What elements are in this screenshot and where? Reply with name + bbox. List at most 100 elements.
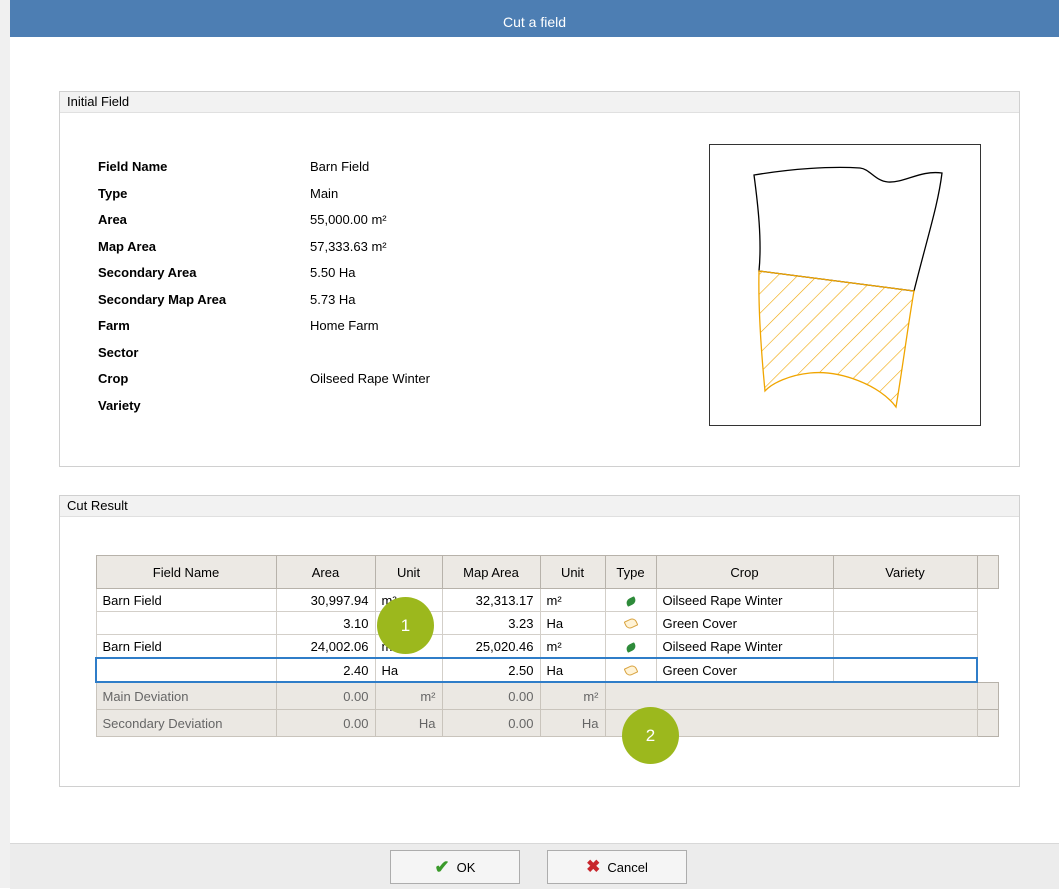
cell-variety[interactable] [832, 611, 978, 635]
original-field-outline [753, 166, 943, 292]
initial-field-header: Initial Field [60, 92, 1019, 113]
cell-map-area[interactable]: 32,313.17 [441, 588, 541, 612]
column-header-area[interactable]: Area [275, 555, 376, 589]
cut-result-table[interactable]: Field Name Area Unit Map Area Unit Type … [95, 555, 999, 737]
property-value-type: Main [310, 185, 339, 201]
cell-variety[interactable] [832, 657, 978, 683]
cell-variety[interactable] [832, 588, 978, 612]
main-crop-icon [624, 595, 637, 607]
ok-button[interactable]: ✔ OK [390, 850, 520, 884]
cell-unit[interactable]: Ha [374, 657, 443, 683]
cell-crop[interactable]: Green Cover [655, 657, 834, 683]
property-row: Secondary Area 5.50 Ha [98, 260, 430, 287]
dialog-titlebar[interactable]: Cut a field [10, 0, 1059, 37]
callout-badge-1: 1 [377, 597, 434, 654]
deviation-unit: m² [374, 681, 443, 710]
property-row: Field Name Barn Field [98, 154, 430, 181]
property-row: Crop Oilseed Rape Winter [98, 366, 430, 393]
deviation-label: Secondary Deviation [95, 709, 277, 737]
table-row[interactable]: Barn Field 30,997.94 m² 32,313.17 m² Oil… [95, 588, 998, 612]
field-shape-preview [709, 144, 981, 426]
property-label-sector: Sector [98, 344, 139, 360]
cell-area[interactable]: 30,997.94 [275, 588, 376, 612]
check-icon: ✔ [434, 856, 450, 877]
cell-field-name[interactable] [95, 611, 277, 635]
field-cut-map [753, 166, 943, 409]
field-properties: Field Name Barn Field Type Main Area 55,000… [98, 154, 430, 419]
property-label-field-name: Field Name [98, 159, 168, 174]
dialog-title: Cut a field [502, 14, 567, 30]
cell-map-area[interactable]: 2.50 [441, 657, 541, 683]
ok-label: OK [456, 859, 476, 875]
cell-field-name[interactable]: Barn Field [95, 588, 277, 612]
deviation-area: 0.00 [275, 709, 376, 737]
column-header-crop[interactable]: Crop [655, 555, 834, 589]
deviation-area: 0.00 [275, 681, 376, 710]
cell-crop[interactable]: Green Cover [655, 611, 834, 635]
callout-badge-2: 2 [622, 707, 679, 764]
deviation-row-main: Main Deviation 0.00 m² 0.00 m² [95, 681, 999, 710]
deviation-map-area: 0.00 [441, 681, 541, 710]
table-row[interactable]: Barn Field 24,002.06 m² 25,020.46 m² Oil… [95, 634, 998, 659]
cell-area[interactable]: 3.10 [275, 611, 376, 635]
cell-type[interactable] [604, 588, 657, 612]
column-header-unit[interactable]: Unit [374, 555, 443, 589]
column-header-field-name[interactable]: Field Name [95, 555, 277, 589]
deviation-map-unit: m² [539, 681, 606, 710]
table-row[interactable]: 3.10 Ha 3.23 Ha Green Cover [95, 611, 998, 635]
property-row: Type Main [98, 181, 430, 208]
cut-result-group: Cut Result Field Name Area Unit Map Area… [59, 495, 1020, 787]
property-label-variety: Variety [98, 397, 141, 413]
cut-field-dialog: Initial Field Field Name Barn Field Type M… [10, 37, 1059, 843]
cell-crop[interactable]: Oilseed Rape Winter [655, 634, 834, 659]
table-header-row: Field Name Area Unit Map Area Unit Type … [95, 555, 999, 589]
cell-area[interactable]: 24,002.06 [275, 634, 376, 659]
property-row: Farm Home Farm [98, 313, 430, 340]
property-label-map-area: Map Area [98, 238, 157, 254]
cell-map-unit[interactable]: m² [539, 634, 606, 659]
cell-type[interactable] [604, 634, 657, 659]
close-icon: ✖ [586, 857, 601, 876]
deviation-map-area: 0.00 [441, 709, 541, 737]
deviation-map-unit: Ha [539, 709, 606, 737]
table-row-selected[interactable]: 2.40 Ha 2.50 Ha Green Cover [95, 657, 998, 683]
property-label-farm: Farm [98, 318, 130, 333]
cancel-button[interactable]: ✖ Cancel [547, 850, 687, 884]
cancel-label: Cancel [607, 859, 648, 875]
property-value-map-area: 57,333.63 m² [310, 238, 387, 254]
initial-field-group: Initial Field Field Name Barn Field Type M… [59, 91, 1020, 467]
cell-map-area[interactable]: 25,020.46 [441, 634, 541, 659]
cell-area[interactable]: 2.40 [275, 657, 376, 683]
column-header-type[interactable]: Type [604, 555, 657, 589]
cell-map-unit[interactable]: Ha [539, 657, 606, 683]
column-header-map-area[interactable]: Map Area [441, 555, 541, 589]
property-row: Map Area 57,333.63 m² [98, 234, 430, 261]
property-value-farm: Home Farm [310, 318, 379, 333]
cell-map-unit[interactable]: Ha [539, 611, 606, 635]
cell-crop[interactable]: Oilseed Rape Winter [655, 588, 834, 612]
property-value-secondary-map-area: 5.73 Ha [310, 291, 356, 307]
property-value-area: 55,000.00 m² [310, 212, 387, 227]
dialog-footer: ✔ OK ✖ Cancel [10, 843, 1059, 889]
property-row: Sector [98, 340, 430, 367]
property-label-crop: Crop [98, 371, 129, 386]
cut-hatched-area [758, 270, 915, 409]
property-value-field-name: Barn Field [310, 159, 370, 174]
deviation-unit: Ha [374, 709, 443, 737]
cell-map-unit[interactable]: m² [539, 588, 606, 612]
property-label-secondary-map-area: Secondary Map Area [98, 291, 227, 307]
cell-field-name[interactable] [95, 657, 277, 683]
cell-field-name[interactable]: Barn Field [95, 634, 277, 659]
cell-type[interactable] [604, 657, 657, 683]
main-crop-icon [624, 641, 637, 653]
property-value-crop: Oilseed Rape Winter [310, 371, 430, 386]
column-header-map-unit[interactable]: Unit [539, 555, 606, 589]
column-header-variety[interactable]: Variety [832, 555, 978, 589]
cell-map-area[interactable]: 3.23 [441, 611, 541, 635]
cell-type[interactable] [604, 611, 657, 635]
cell-variety[interactable] [832, 634, 978, 659]
secondary-crop-icon [623, 663, 638, 677]
property-label-area: Area [98, 212, 127, 227]
property-label-secondary-area: Secondary Area [98, 265, 197, 280]
property-row: Variety [98, 393, 430, 420]
